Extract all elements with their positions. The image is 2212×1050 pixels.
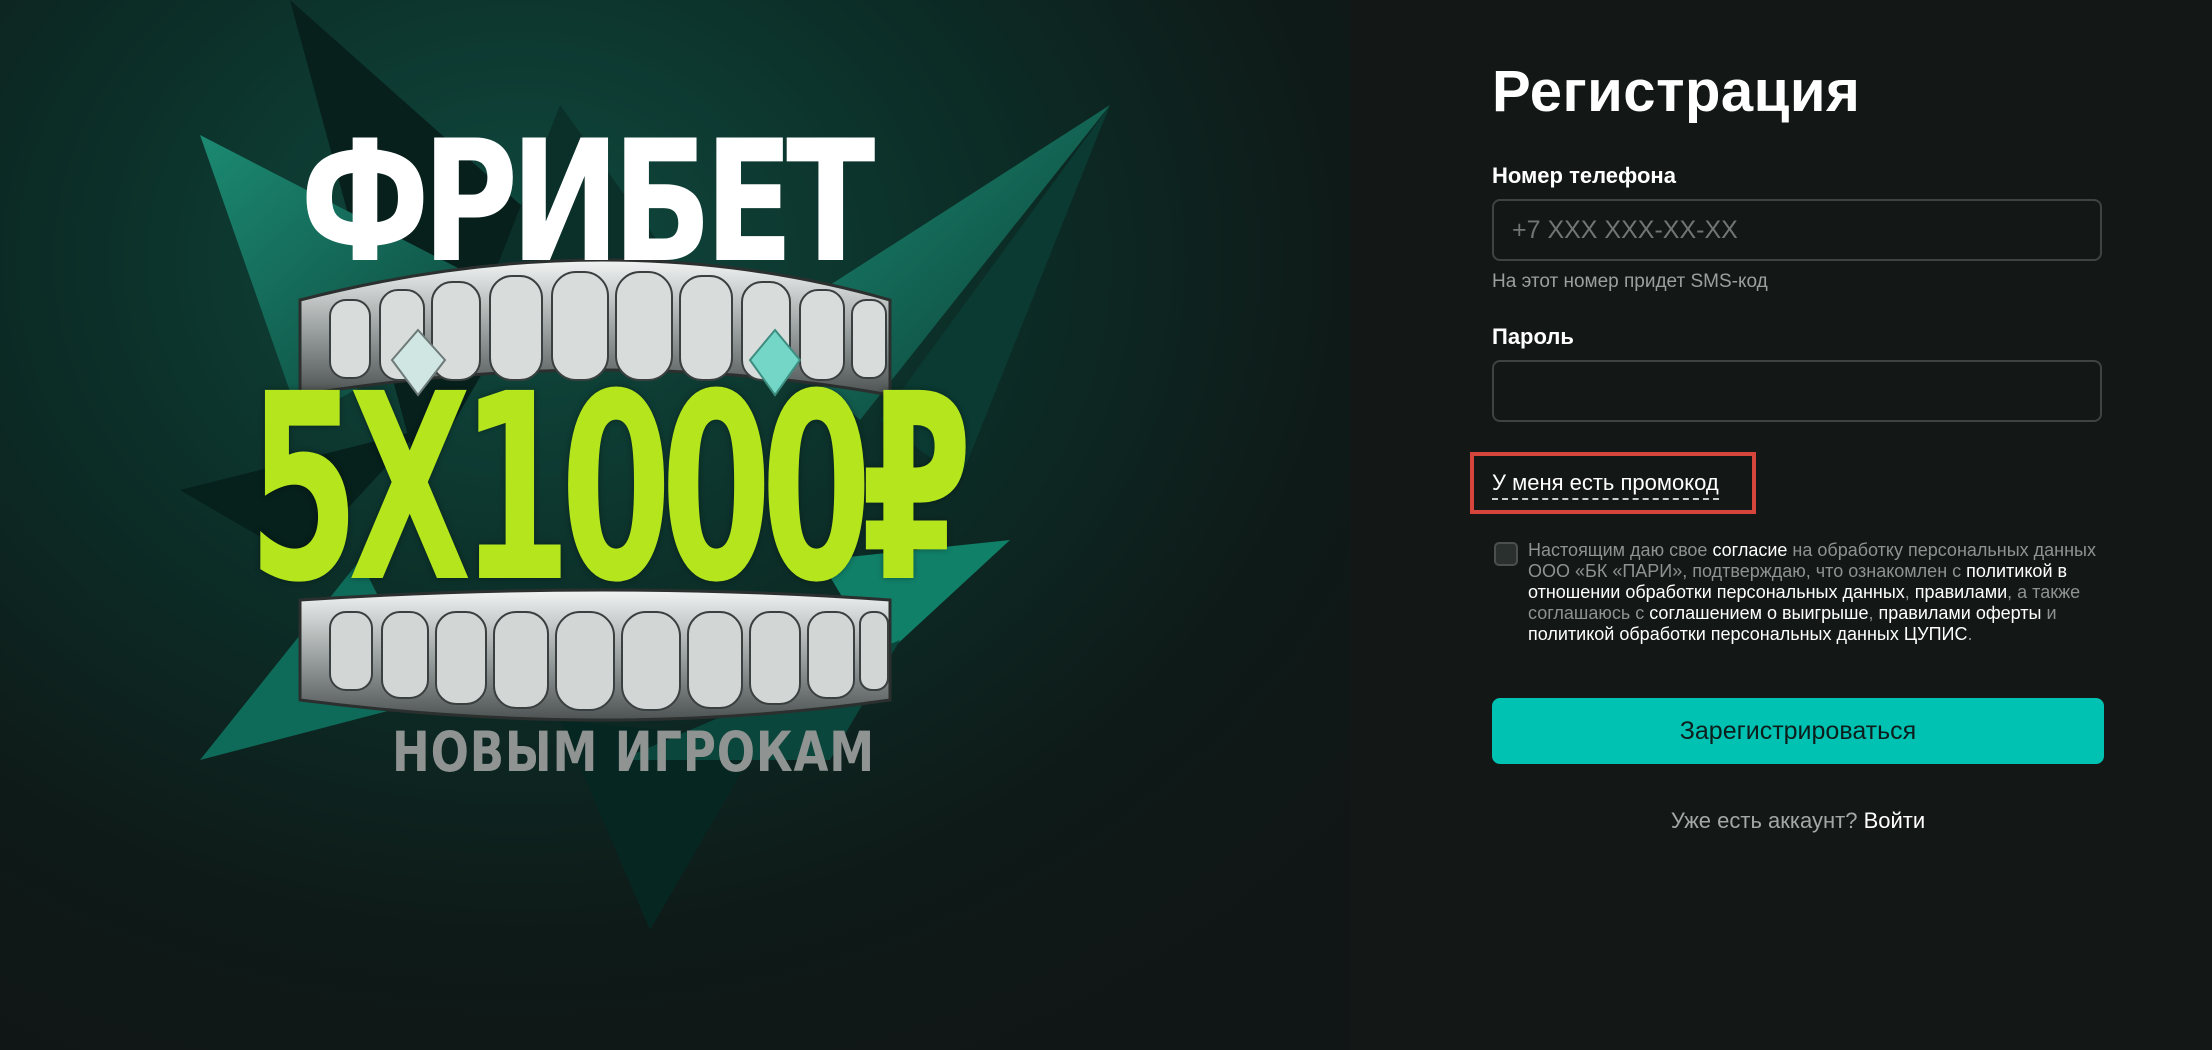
- registration-form: Регистрация Номер телефона На этот номер…: [1350, 0, 2212, 1050]
- consent-text-part: ,: [1868, 603, 1879, 623]
- rules-link[interactable]: правилами: [1915, 582, 2007, 602]
- offer-rules-link[interactable]: правилами оферты: [1879, 603, 2042, 623]
- promo-amount: 5X1000₽: [248, 339, 972, 639]
- consent-text-part: ,: [1904, 582, 1915, 602]
- consent-checkbox[interactable]: [1494, 542, 1518, 566]
- promo-title: ФРИБЕТ: [300, 104, 875, 300]
- promo-subtitle: НОВЫМ ИГРОКАМ: [392, 720, 875, 784]
- password-input[interactable]: [1492, 360, 2102, 422]
- cupis-policy-link[interactable]: политикой обработки персональных данных …: [1528, 624, 1967, 644]
- consent-text-part: и: [2041, 603, 2057, 623]
- login-link[interactable]: Войти: [1864, 808, 1926, 833]
- register-button[interactable]: Зарегистрироваться: [1492, 698, 2104, 764]
- login-prompt: Уже есть аккаунт?: [1670, 808, 1858, 833]
- phone-label: Номер телефона: [1492, 163, 1676, 188]
- password-label: Пароль: [1492, 324, 1574, 349]
- winnings-agreement-link[interactable]: соглашением о выигрыше: [1649, 603, 1868, 623]
- login-row: Уже есть аккаунт? Войти: [1492, 808, 2104, 834]
- promo-banner: ФРИБЕТ 5X1000₽ НОВЫМ ИГРОКАМ: [0, 0, 1350, 1050]
- phone-input[interactable]: [1492, 199, 2102, 261]
- consent-text: Настоящим даю свое согласие на обработку…: [1528, 540, 2108, 645]
- consent-text-part: Настоящим даю свое: [1528, 540, 1713, 560]
- page-title: Регистрация: [1492, 59, 1861, 124]
- consent-text-part: .: [1967, 624, 1973, 644]
- phone-hint: На этот номер придет SMS-код: [1492, 271, 1768, 292]
- consent-link[interactable]: согласие: [1712, 540, 1787, 560]
- promo-code-link[interactable]: У меня есть промокод: [1492, 470, 1719, 500]
